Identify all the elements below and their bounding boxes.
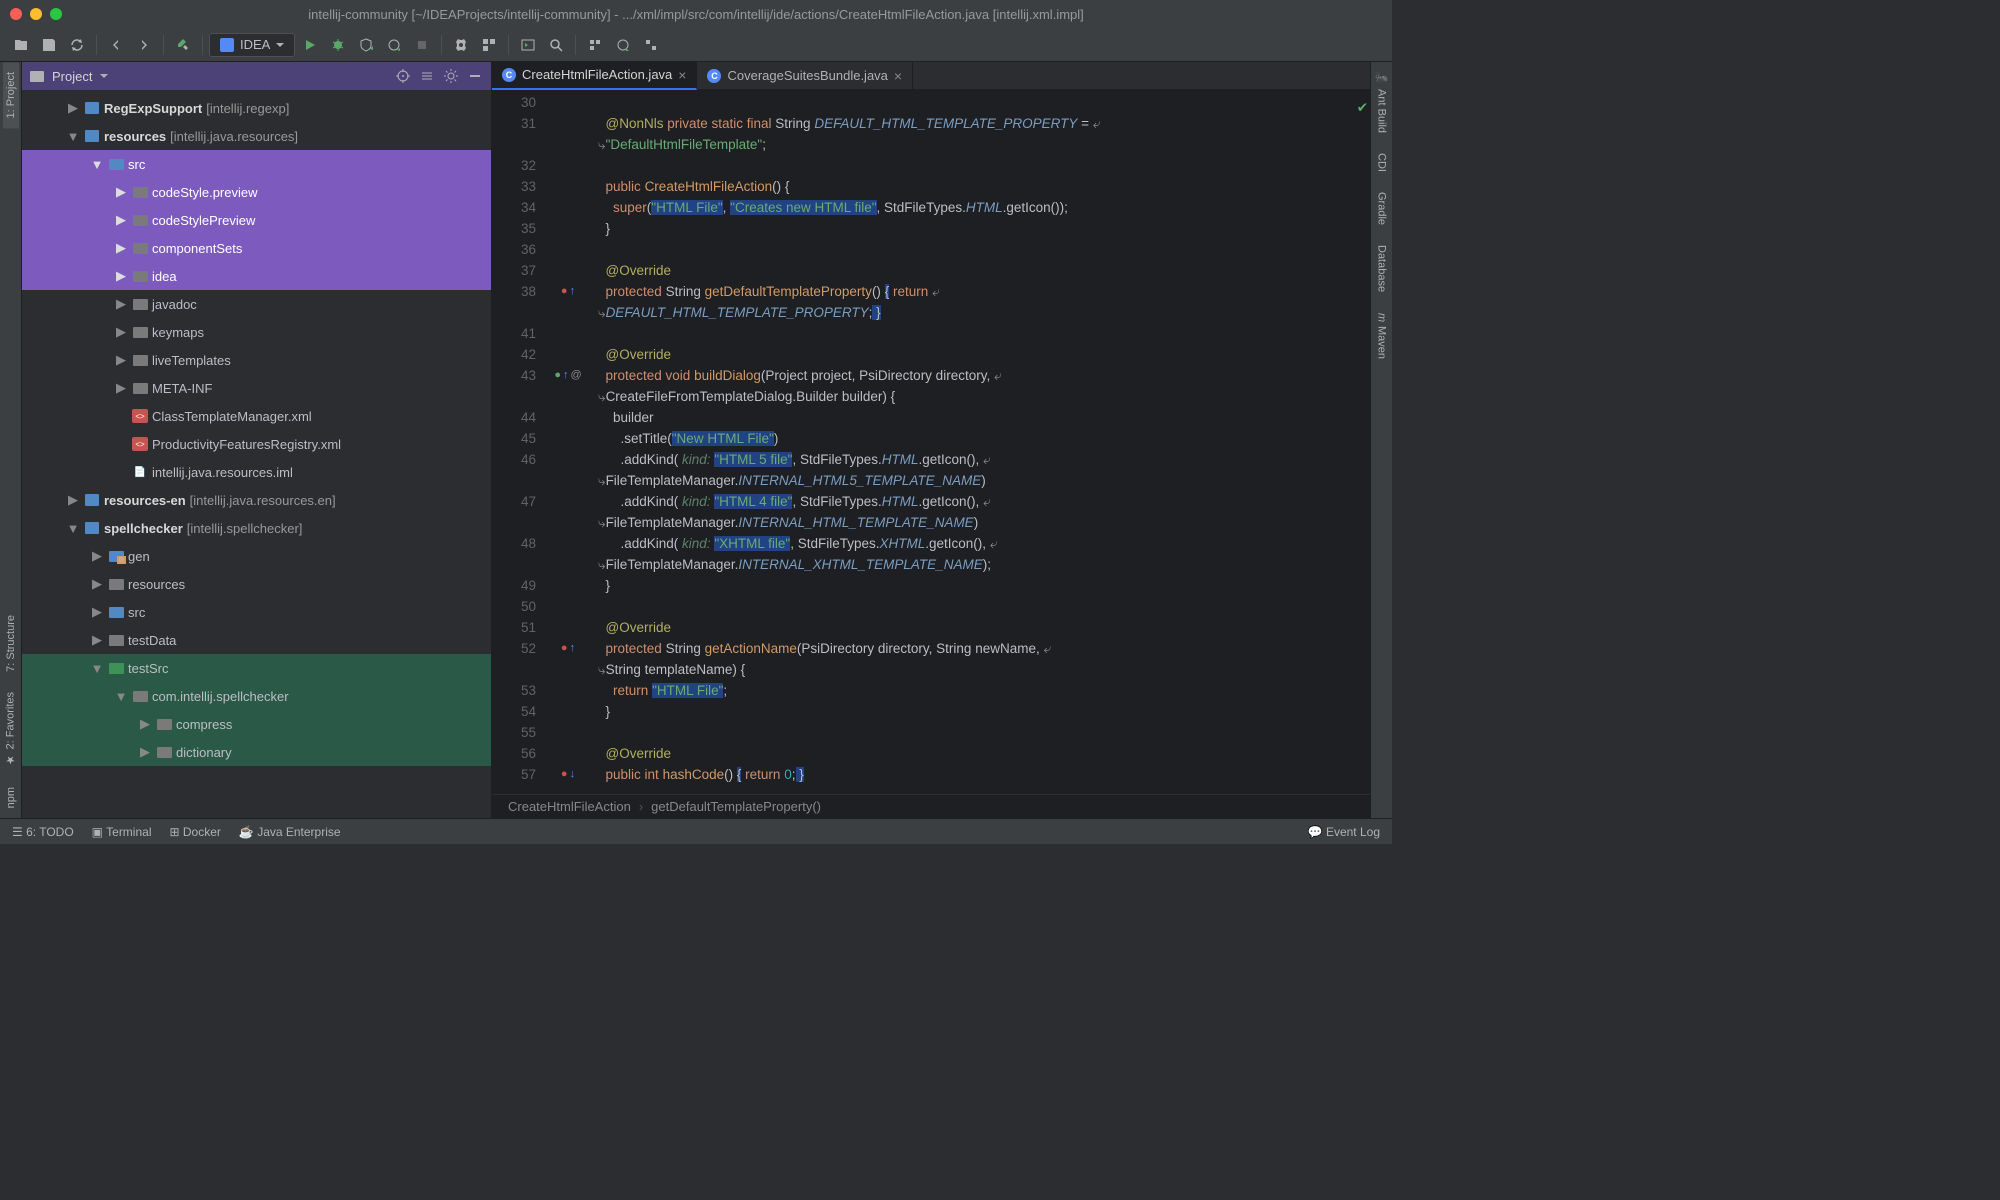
tree-node[interactable]: ▶liveTemplates bbox=[22, 346, 491, 374]
minimize-window-icon[interactable] bbox=[30, 8, 42, 20]
cdi-tab[interactable]: CDI bbox=[1374, 143, 1390, 182]
tree-node[interactable]: ▶keymaps bbox=[22, 318, 491, 346]
tree-node[interactable]: ▼resources [intellij.java.resources] bbox=[22, 122, 491, 150]
editor-area: CCreateHtmlFileAction.java×CCoverageSuit… bbox=[492, 62, 1370, 818]
ant-build-tab[interactable]: 🐜Ant Build bbox=[1373, 62, 1390, 143]
project-tree[interactable]: ▶RegExpSupport [intellij.regexp]▼resourc… bbox=[22, 90, 491, 818]
debug-icon[interactable] bbox=[325, 32, 351, 58]
tree-node[interactable]: ▶componentSets bbox=[22, 234, 491, 262]
close-window-icon[interactable] bbox=[10, 8, 22, 20]
tree-node[interactable]: ▶compress bbox=[22, 710, 491, 738]
main-toolbar: IDEA bbox=[0, 28, 1392, 62]
tree-node[interactable]: ▶idea bbox=[22, 262, 491, 290]
terminal-button[interactable]: ▣ Terminal bbox=[92, 825, 152, 839]
structure-tool-tab[interactable]: 7: Structure bbox=[3, 605, 19, 682]
forward-icon[interactable] bbox=[131, 32, 157, 58]
tree-node[interactable]: ▶resources-en [intellij.java.resources.e… bbox=[22, 486, 491, 514]
tree-node[interactable]: ▶src bbox=[22, 598, 491, 626]
vcs-update-icon[interactable] bbox=[582, 32, 608, 58]
run-anything-icon[interactable] bbox=[515, 32, 541, 58]
close-tab-icon[interactable]: × bbox=[678, 67, 686, 83]
run-config-label: IDEA bbox=[240, 37, 270, 52]
open-file-icon[interactable] bbox=[8, 32, 34, 58]
tree-node[interactable]: ▶javadoc bbox=[22, 290, 491, 318]
docker-button[interactable]: ⊞ Docker bbox=[170, 825, 221, 839]
maven-tab[interactable]: mMaven bbox=[1374, 303, 1390, 369]
event-log-button[interactable]: 💬 Event Log bbox=[1308, 825, 1380, 839]
tree-node[interactable]: ▶RegExpSupport [intellij.regexp] bbox=[22, 94, 491, 122]
tree-node[interactable]: ▶⚙gen bbox=[22, 542, 491, 570]
project-panel-header: Project bbox=[22, 62, 491, 90]
tree-node[interactable]: ▼spellchecker [intellij.spellchecker] bbox=[22, 514, 491, 542]
tree-node[interactable]: 📄intellij.java.resources.iml bbox=[22, 458, 491, 486]
locate-icon[interactable] bbox=[395, 68, 411, 84]
breadcrumb-bar: CreateHtmlFileAction › getDefaultTemplat… bbox=[492, 794, 1370, 818]
tree-node[interactable]: <>ClassTemplateManager.xml bbox=[22, 402, 491, 430]
tree-node[interactable]: ▼testSrc bbox=[22, 654, 491, 682]
title-bar: intellij-community [~/IDEAProjects/intel… bbox=[0, 0, 1392, 28]
project-structure-icon[interactable] bbox=[476, 32, 502, 58]
npm-tool-tab[interactable]: npm bbox=[3, 777, 19, 818]
gear-icon[interactable] bbox=[443, 68, 459, 84]
tree-node[interactable]: ▶testData bbox=[22, 626, 491, 654]
project-icon bbox=[30, 69, 44, 83]
marker-gutter: ●↑●↑ @●↑●↓ bbox=[546, 90, 590, 794]
back-icon[interactable] bbox=[103, 32, 129, 58]
profile-icon[interactable] bbox=[381, 32, 407, 58]
left-tool-rail: 1: Project 7: Structure ★2: Favorites np… bbox=[0, 62, 22, 818]
status-bar: ☰ 6: TODO ▣ Terminal ⊞ Docker ☕ Java Ent… bbox=[0, 818, 1392, 844]
vcs-commit-icon[interactable] bbox=[610, 32, 636, 58]
favorites-tool-tab[interactable]: ★2: Favorites bbox=[2, 682, 19, 776]
tree-node[interactable]: ▶codeStylePreview bbox=[22, 206, 491, 234]
right-tool-rail: 🐜Ant Build CDI Gradle Database mMaven bbox=[1370, 62, 1392, 818]
maximize-window-icon[interactable] bbox=[50, 8, 62, 20]
database-tab[interactable]: Database bbox=[1374, 235, 1390, 302]
tree-node[interactable]: ▼com.intellij.spellchecker bbox=[22, 682, 491, 710]
sync-icon[interactable] bbox=[64, 32, 90, 58]
code-content[interactable]: @NonNls private static final String DEFA… bbox=[590, 90, 1370, 794]
save-all-icon[interactable] bbox=[36, 32, 62, 58]
breadcrumb-method[interactable]: getDefaultTemplateProperty() bbox=[651, 799, 821, 814]
build-icon[interactable] bbox=[170, 32, 196, 58]
stop-icon[interactable] bbox=[409, 32, 435, 58]
line-gutter: 3031323334353637384142434445464748495051… bbox=[492, 90, 546, 794]
close-tab-icon[interactable]: × bbox=[894, 68, 902, 84]
project-panel-title: Project bbox=[52, 69, 92, 84]
tree-node[interactable]: <>ProductivityFeaturesRegistry.xml bbox=[22, 430, 491, 458]
todo-button[interactable]: ☰ 6: TODO bbox=[12, 825, 74, 839]
chevron-down-icon[interactable] bbox=[100, 72, 108, 80]
gradle-tab[interactable]: Gradle bbox=[1374, 182, 1390, 235]
java-enterprise-button[interactable]: ☕ Java Enterprise bbox=[239, 825, 341, 839]
code-editor[interactable]: 3031323334353637384142434445464748495051… bbox=[492, 90, 1370, 794]
tree-node[interactable]: ▼src bbox=[22, 150, 491, 178]
tree-node[interactable]: ▶resources bbox=[22, 570, 491, 598]
editor-tab[interactable]: CCoverageSuitesBundle.java× bbox=[697, 62, 913, 90]
breadcrumb-class[interactable]: CreateHtmlFileAction bbox=[508, 799, 631, 814]
vcs-push-icon[interactable] bbox=[638, 32, 664, 58]
run-icon[interactable] bbox=[297, 32, 323, 58]
hide-icon[interactable] bbox=[467, 68, 483, 84]
window-title: intellij-community [~/IDEAProjects/intel… bbox=[308, 7, 1084, 22]
tree-node[interactable]: ▶dictionary bbox=[22, 738, 491, 766]
run-config-selector[interactable]: IDEA bbox=[209, 33, 295, 57]
inspection-ok-icon[interactable]: ✔ bbox=[1357, 100, 1368, 116]
project-panel: Project ▶RegExpSupport [intellij.regexp]… bbox=[22, 62, 492, 818]
collapse-all-icon[interactable] bbox=[419, 68, 435, 84]
java-class-icon: C bbox=[502, 68, 516, 82]
project-tool-tab[interactable]: 1: Project bbox=[3, 62, 19, 128]
tree-node[interactable]: ▶codeStyle.preview bbox=[22, 178, 491, 206]
editor-tabs: CCreateHtmlFileAction.java×CCoverageSuit… bbox=[492, 62, 1370, 90]
settings-icon[interactable] bbox=[448, 32, 474, 58]
coverage-icon[interactable] bbox=[353, 32, 379, 58]
window-controls bbox=[10, 8, 62, 20]
editor-tab[interactable]: CCreateHtmlFileAction.java× bbox=[492, 62, 697, 90]
search-icon[interactable] bbox=[543, 32, 569, 58]
breadcrumb-sep-icon: › bbox=[639, 799, 643, 814]
java-class-icon: C bbox=[707, 69, 721, 83]
tree-node[interactable]: ▶META-INF bbox=[22, 374, 491, 402]
